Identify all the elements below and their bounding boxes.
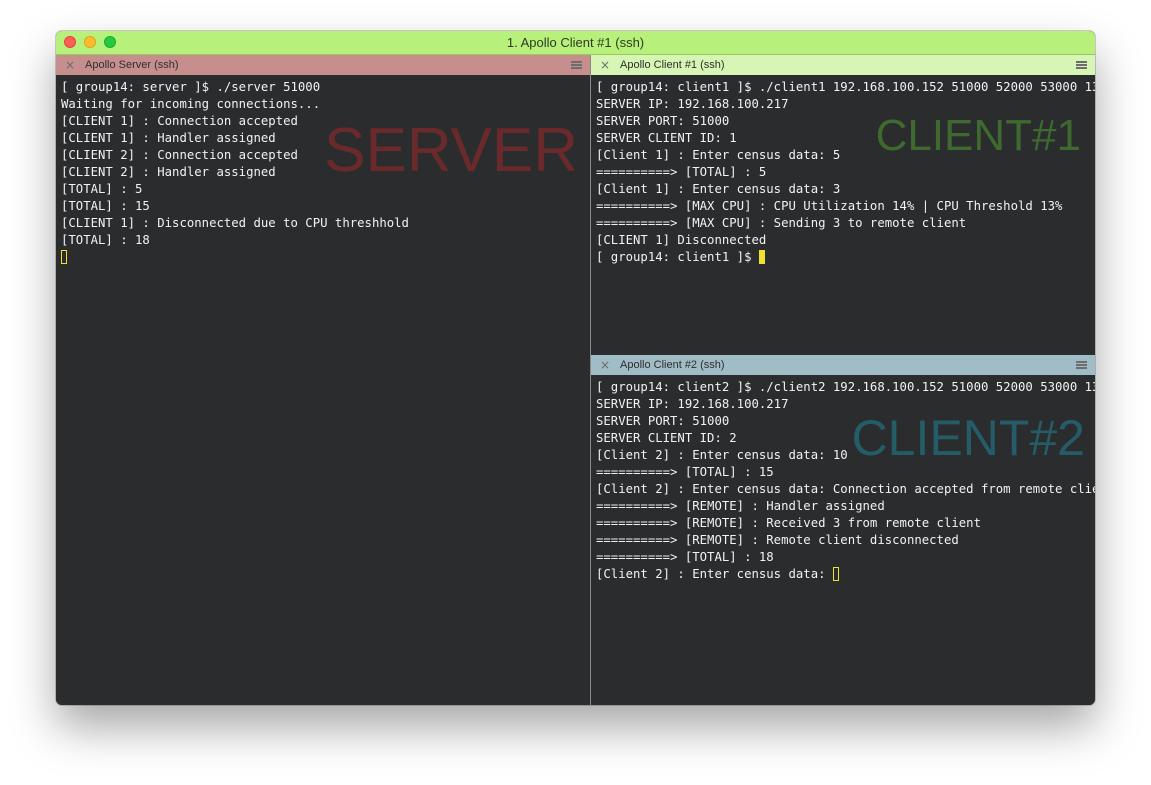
terminal-line: [CLIENT 2] : Connection accepted (61, 148, 298, 162)
close-pane-icon[interactable]: × (600, 355, 610, 375)
terminal-lines: [ group14: client2 ]$ ./client2 192.168.… (596, 379, 1095, 583)
terminal-line: SERVER IP: 192.168.100.217 (596, 397, 789, 411)
terminal-line: SERVER IP: 192.168.100.217 (596, 97, 789, 111)
terminal-lines: [ group14: client1 ]$ ./client1 192.168.… (596, 79, 1095, 266)
prompt-line[interactable]: [ group14: client1 ]$ (596, 249, 1095, 266)
terminal-line: ==========> [TOTAL] : 18 (596, 550, 774, 564)
terminal-line: SERVER CLIENT ID: 1 (596, 131, 737, 145)
terminal-line: [Client 2] : Enter census data: 10 (596, 448, 848, 462)
title-bar[interactable]: 1. Apollo Client #1 (ssh) (56, 31, 1095, 55)
terminal-line: SERVER CLIENT ID: 2 (596, 431, 737, 445)
terminal-line: ==========> [REMOTE] : Remote client dis… (596, 533, 959, 547)
terminal-line: [CLIENT 1] : Disconnected due to CPU thr… (61, 216, 409, 230)
terminal-line: [Client 2] : Enter census data: Connecti… (596, 482, 1095, 496)
terminal-line: [ group14: client1 ]$ ./client1 192.168.… (596, 80, 1095, 94)
terminal-line: [Client 1] : Enter census data: 3 (596, 182, 841, 196)
terminal-output[interactable]: SERVER [ group14: server ]$ ./server 510… (56, 75, 590, 705)
pane-title: Apollo Client #1 (ssh) (620, 59, 725, 71)
terminal-window: 1. Apollo Client #1 (ssh) × Apollo Serve… (56, 31, 1095, 705)
terminal-line: ==========> [MAX CPU] : Sending 3 to rem… (596, 216, 967, 230)
prompt-text: [ group14: client1 ]$ (596, 250, 759, 264)
text-cursor (832, 567, 839, 581)
client2-pane-tab[interactable]: × Apollo Client #2 (ssh) (591, 355, 1095, 375)
terminal-output[interactable]: CLIENT#2 [ group14: client2 ]$ ./client2… (591, 375, 1095, 705)
server-pane-tab[interactable]: × Apollo Server (ssh) (56, 55, 590, 75)
hamburger-menu-icon[interactable] (571, 61, 582, 69)
terminal-line: [CLIENT 1] : Connection accepted (61, 114, 298, 128)
terminal-line: [CLIENT 2] : Handler assigned (61, 165, 276, 179)
terminal-line: ==========> [REMOTE] : Received 3 from r… (596, 516, 981, 530)
terminal-line: ==========> [MAX CPU] : CPU Utilization … (596, 199, 1063, 213)
terminal-line: [TOTAL] : 18 (61, 233, 150, 247)
client1-pane-tab[interactable]: × Apollo Client #1 (ssh) (591, 55, 1095, 75)
prompt-line[interactable]: [Client 2] : Enter census data: (596, 566, 1095, 583)
pane-title: Apollo Server (ssh) (85, 59, 179, 71)
terminal-line: Waiting for incoming connections... (61, 97, 321, 111)
pane-title: Apollo Client #2 (ssh) (620, 359, 725, 371)
window-title: 1. Apollo Client #1 (ssh) (506, 35, 645, 50)
text-cursor (758, 250, 765, 264)
terminal-line: [ group14: server ]$ ./server 51000 (61, 80, 321, 94)
terminal-output[interactable]: CLIENT#1 [ group14: client1 ]$ ./client1… (591, 75, 1095, 354)
client2-pane[interactable]: × Apollo Client #2 (ssh) CLIENT#2 [ grou… (591, 355, 1095, 705)
prompt-text: [Client 2] : Enter census data: (596, 567, 833, 581)
close-pane-icon[interactable]: × (600, 55, 610, 75)
terminal-line: SERVER PORT: 51000 (596, 114, 730, 128)
hamburger-menu-icon[interactable] (1076, 61, 1087, 69)
terminal-line: [TOTAL] : 15 (61, 199, 150, 213)
text-cursor (61, 250, 67, 264)
hamburger-menu-icon[interactable] (1076, 361, 1087, 369)
terminal-line: [ group14: client2 ]$ ./client2 192.168.… (596, 380, 1095, 394)
close-pane-icon[interactable]: × (65, 55, 75, 75)
terminal-lines: [ group14: server ]$ ./server 51000 Waiti… (61, 79, 409, 266)
terminal-line: [CLIENT 1] : Handler assigned (61, 131, 276, 145)
terminal-line: [Client 1] : Enter census data: 5 (596, 148, 841, 162)
terminal-line: SERVER PORT: 51000 (596, 414, 730, 428)
prompt-line[interactable] (61, 249, 409, 266)
server-pane[interactable]: × Apollo Server (ssh) SERVER [ group14: … (56, 55, 590, 705)
terminal-line: [CLIENT 1] Disconnected (596, 233, 767, 247)
client1-pane[interactable]: × Apollo Client #1 (ssh) CLIENT#1 [ grou… (591, 55, 1095, 354)
terminal-line: ==========> [REMOTE] : Handler assigned (596, 499, 885, 513)
terminal-line: ==========> [TOTAL] : 15 (596, 465, 774, 479)
terminal-line: [TOTAL] : 5 (61, 182, 143, 196)
terminal-line: ==========> [TOTAL] : 5 (596, 165, 767, 179)
